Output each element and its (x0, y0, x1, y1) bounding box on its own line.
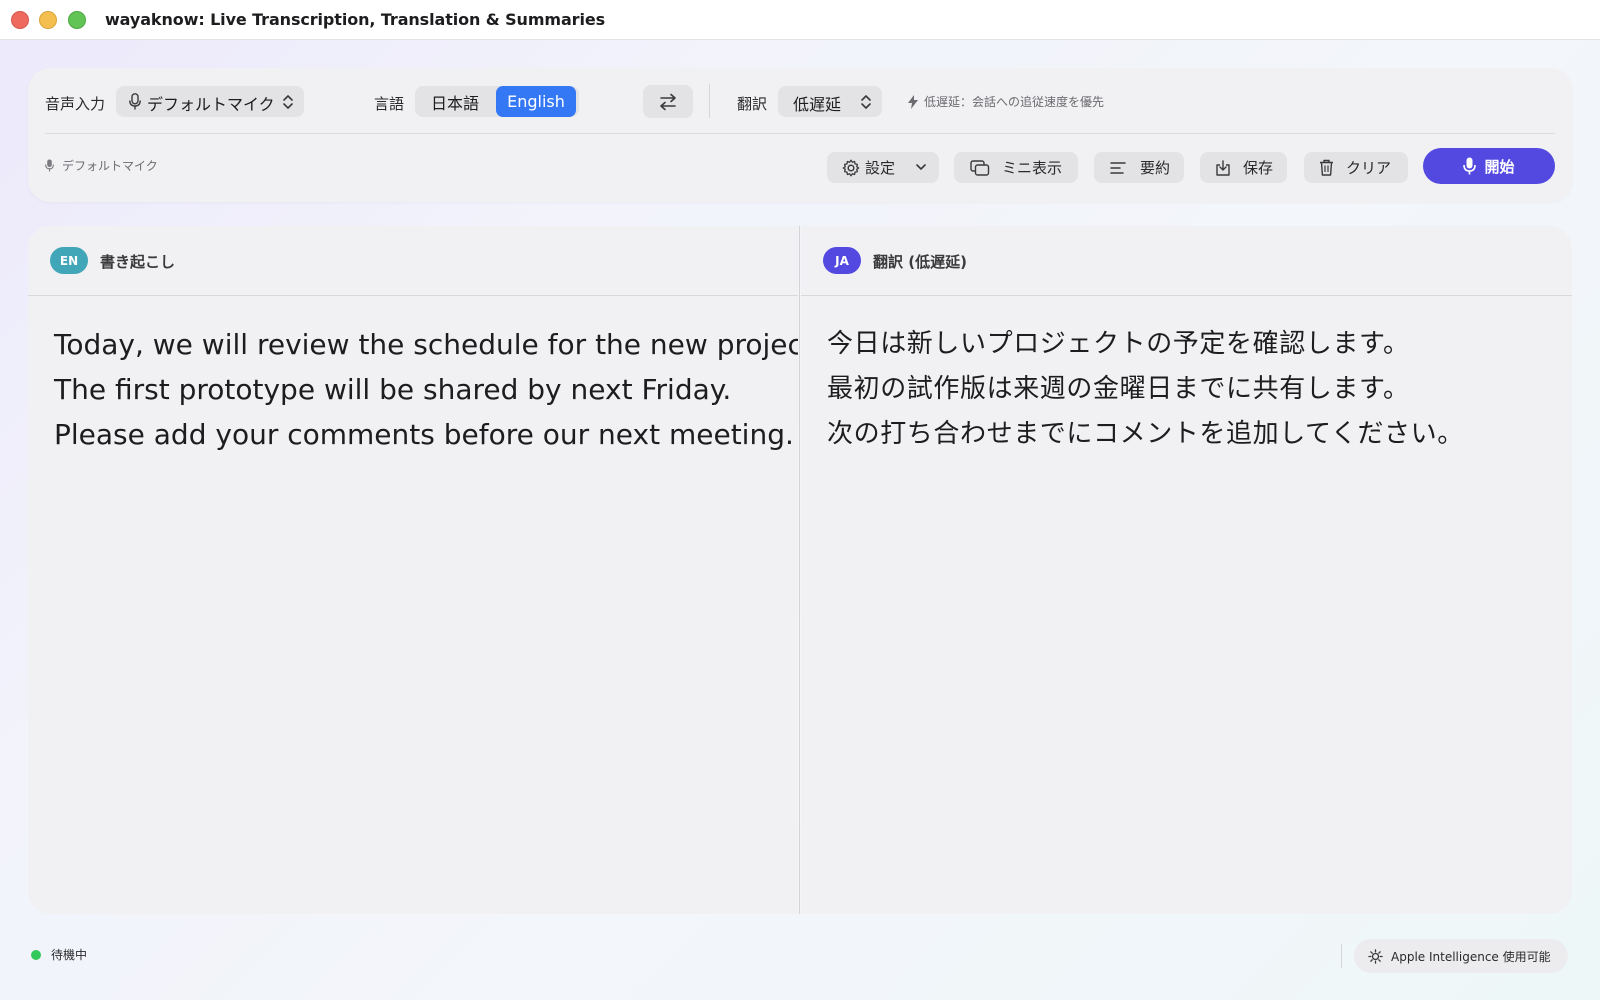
apple-intelligence-status[interactable]: Apple Intelligence 使用可能 (1354, 939, 1568, 973)
save-label: 保存 (1243, 159, 1274, 177)
translation-mode-value: 低遅延 (793, 95, 842, 114)
transcription-panel: EN 書き起こし Today, we will review the sched… (28, 226, 798, 914)
swap-arrows-icon (660, 93, 676, 110)
transcript-line: Today, we will review the schedule for t… (54, 328, 798, 361)
translation-label: 翻訳 (737, 95, 768, 113)
mic-icon (45, 159, 54, 172)
mic-icon (1463, 157, 1477, 175)
toolbar-card: 音声入力 デフォルトマイク 言語 日本語 English 翻訳 低遅延 低遅延：… (28, 68, 1572, 202)
mini-window-icon (970, 159, 990, 176)
mic-select[interactable]: デフォルトマイク (116, 86, 304, 117)
status-dot-icon (31, 949, 41, 960)
toolbar-separator (709, 84, 710, 118)
swap-languages-button[interactable] (643, 85, 693, 118)
mic-icon (129, 93, 141, 114)
translation-title: 翻訳 (低遅延) (873, 253, 967, 271)
settings-button[interactable]: 設定 (827, 152, 939, 183)
translation-line: 最初の試作版は来週の金曜日までに共有します。 (827, 374, 1410, 404)
language-segmented-control: 日本語 English (415, 86, 579, 117)
trash-icon (1320, 159, 1333, 176)
mic-select-value: デフォルトマイク (147, 95, 275, 114)
lang-japanese-button[interactable]: 日本語 (415, 86, 495, 117)
mini-view-label: ミニ表示 (1002, 159, 1063, 177)
mini-view-button[interactable]: ミニ表示 (954, 152, 1078, 183)
transcription-title: 書き起こし (100, 253, 176, 271)
clear-label: クリア (1346, 159, 1392, 177)
latency-hint: 低遅延：会話への追従速度を優先 (908, 93, 1104, 110)
status-indicator: 待機中 (31, 946, 87, 963)
settings-label: 設定 (865, 159, 896, 177)
clear-button[interactable]: クリア (1304, 152, 1408, 183)
translation-line: 次の打ち合わせまでにコメントを追加してください。 (827, 419, 1464, 449)
status-separator (1341, 944, 1342, 968)
source-language-badge: EN (50, 247, 88, 274)
current-mic-indicator: デフォルトマイク (45, 157, 158, 174)
status-text: 待機中 (51, 948, 88, 962)
chevron-down-icon (916, 164, 926, 170)
panel-divider[interactable] (799, 226, 800, 914)
start-label: 開始 (1484, 157, 1515, 176)
transcript-line: Please add your comments before our next… (54, 418, 794, 451)
summary-button[interactable]: 要約 (1094, 152, 1184, 183)
translation-text[interactable]: 今日は新しいプロジェクトの予定を確認します。 最初の試作版は来週の金曜日までに共… (827, 322, 1562, 457)
transcription-header: EN 書き起こし (28, 226, 798, 296)
translation-header: JA 翻訳 (低遅延) (801, 226, 1572, 296)
transcript-line: The first prototype will be shared by ne… (54, 373, 732, 406)
window-title: wayaknow: Live Transcription, Translatio… (105, 10, 606, 29)
toolbar-divider (45, 133, 1555, 134)
updown-chevron-icon (283, 95, 293, 109)
gear-icon (842, 159, 860, 176)
translation-line: 今日は新しいプロジェクトの予定を確認します。 (827, 329, 1410, 359)
latency-hint-text: 低遅延：会話への追従速度を優先 (924, 95, 1105, 109)
download-icon (1216, 159, 1230, 176)
current-mic-text: デフォルトマイク (62, 159, 158, 173)
bolt-icon (908, 94, 918, 109)
target-language-badge: JA (823, 247, 861, 274)
apple-intelligence-text: Apple Intelligence 使用可能 (1391, 949, 1551, 964)
title-bar: wayaknow: Live Transcription, Translatio… (0, 0, 1600, 40)
language-label: 言語 (374, 95, 405, 113)
translation-mode-select[interactable]: 低遅延 (778, 86, 882, 117)
summary-label: 要約 (1140, 159, 1171, 177)
minimize-window-button[interactable] (39, 11, 57, 29)
text-lines-icon (1110, 161, 1126, 174)
start-button[interactable]: 開始 (1423, 148, 1555, 184)
lang-english-button[interactable]: English (496, 86, 576, 117)
updown-chevron-icon (861, 95, 871, 109)
transcription-text[interactable]: Today, we will review the schedule for t… (54, 322, 798, 457)
translation-panel: JA 翻訳 (低遅延) 今日は新しいプロジェクトの予定を確認します。 最初の試作… (801, 226, 1572, 914)
maximize-window-button[interactable] (68, 11, 86, 29)
apple-intelligence-icon (1368, 948, 1383, 964)
close-window-button[interactable] (11, 11, 29, 29)
audio-input-label: 音声入力 (45, 95, 106, 113)
save-button[interactable]: 保存 (1200, 152, 1287, 183)
